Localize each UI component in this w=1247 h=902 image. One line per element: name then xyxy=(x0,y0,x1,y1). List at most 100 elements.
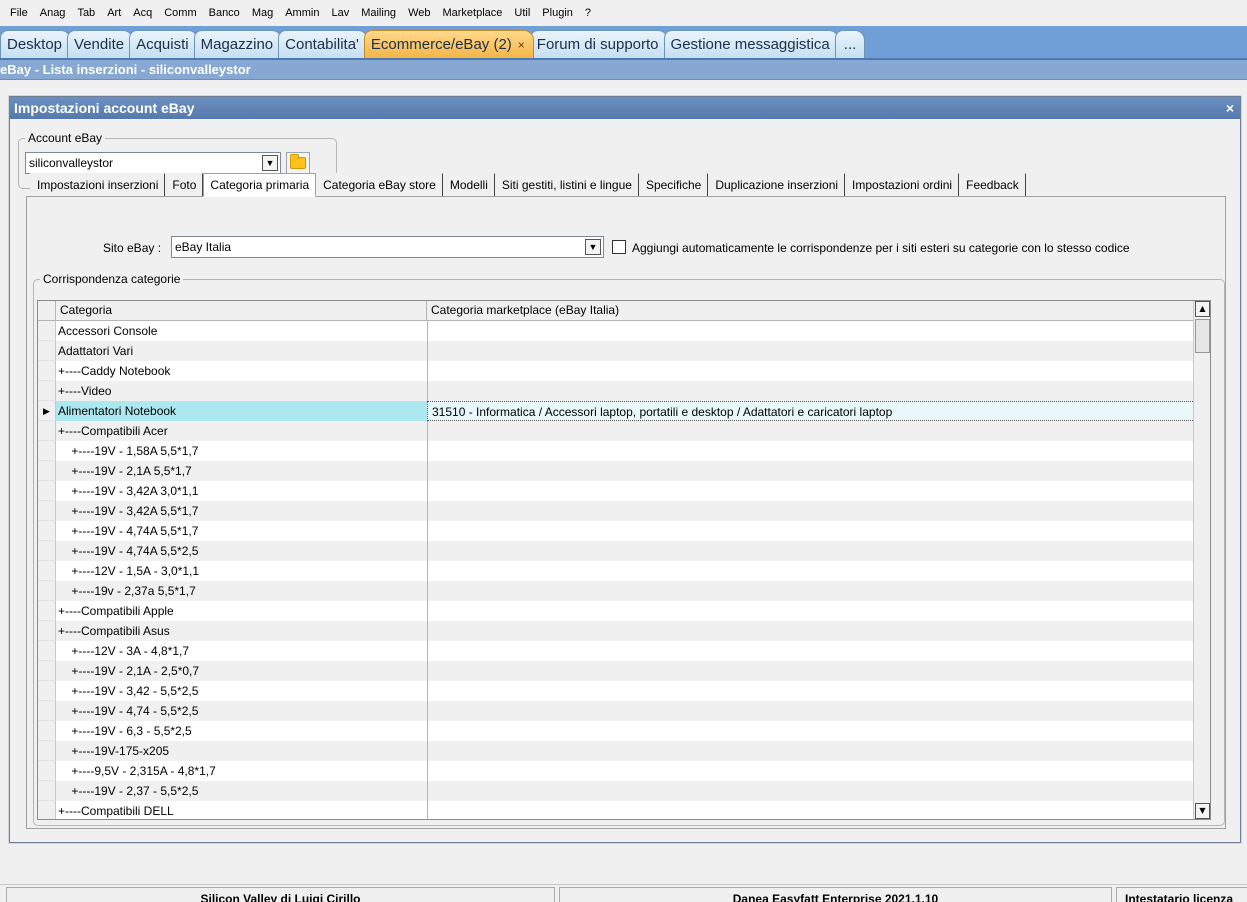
tab-feedback[interactable]: Feedback xyxy=(959,173,1026,197)
marketplace-category-cell[interactable] xyxy=(427,681,1195,701)
category-cell[interactable]: Alimentatori Notebook xyxy=(56,401,427,421)
row-indicator[interactable] xyxy=(38,681,56,701)
category-cell[interactable]: +----Caddy Notebook xyxy=(56,361,427,381)
category-cell[interactable]: +----Compatibili Apple xyxy=(56,601,427,621)
table-row[interactable]: +----19V - 6,3 - 5,5*2,5 xyxy=(38,721,1195,741)
menu-item-lav[interactable]: Lav xyxy=(325,7,355,19)
row-indicator[interactable] xyxy=(38,741,56,761)
row-indicator[interactable] xyxy=(38,441,56,461)
row-indicator[interactable] xyxy=(38,481,56,501)
marketplace-category-cell[interactable] xyxy=(427,721,1195,741)
tab-categoria-primaria[interactable]: Categoria primaria xyxy=(203,173,317,197)
scroll-down-icon[interactable]: ▼ xyxy=(1195,803,1210,819)
table-row[interactable]: ▶ Alimentatori Notebook 31510 - Informatic… xyxy=(38,401,1195,421)
category-cell[interactable]: +----19V-175-x205 xyxy=(56,741,427,761)
table-row[interactable]: +----9,5V - 2,315A - 4,8*1,7 xyxy=(38,761,1195,781)
tab-categoria-ebay-store[interactable]: Categoria eBay store xyxy=(316,173,443,197)
open-account-button[interactable] xyxy=(286,152,310,174)
menu-item-mag[interactable]: Mag xyxy=(246,7,279,19)
table-row[interactable]: +----Compatibili Apple xyxy=(38,601,1195,621)
menu-item-mailing[interactable]: Mailing xyxy=(355,7,402,19)
tab-forum-di-supporto[interactable]: Forum di supporto xyxy=(529,30,668,58)
table-row[interactable]: Accessori Console xyxy=(38,321,1195,341)
table-row[interactable]: +----19V - 3,42 - 5,5*2,5 xyxy=(38,681,1195,701)
chevron-down-icon[interactable]: ▼ xyxy=(262,155,278,171)
category-cell[interactable]: +----Compatibili Asus xyxy=(56,621,427,641)
table-row[interactable]: +----Video xyxy=(38,381,1195,401)
menu-item-anag[interactable]: Anag xyxy=(34,7,72,19)
marketplace-category-cell[interactable] xyxy=(427,601,1195,621)
row-indicator[interactable] xyxy=(38,541,56,561)
table-row[interactable]: +----Compatibili Acer xyxy=(38,421,1195,441)
row-indicator[interactable] xyxy=(38,801,56,819)
tab-desktop[interactable]: Desktop xyxy=(0,30,72,58)
tab-duplicazione-inserzioni[interactable]: Duplicazione inserzioni xyxy=(708,173,846,197)
marketplace-category-cell[interactable]: 31510 - Informatica / Accessori laptop, … xyxy=(427,401,1195,421)
category-cell[interactable]: +----19V - 3,42 - 5,5*2,5 xyxy=(56,681,427,701)
row-indicator[interactable] xyxy=(38,601,56,621)
auto-match-checkbox[interactable] xyxy=(612,240,626,254)
category-cell[interactable]: +----12V - 1,5A - 3,0*1,1 xyxy=(56,561,427,581)
account-select[interactable]: siliconvalleystor ▼ xyxy=(25,152,281,174)
menu-item-file[interactable]: File xyxy=(4,7,34,19)
scroll-up-icon[interactable]: ▲ xyxy=(1195,301,1210,317)
marketplace-category-cell[interactable] xyxy=(427,521,1195,541)
category-cell[interactable]: +----19V - 1,58A 5,5*1,7 xyxy=(56,441,427,461)
category-cell[interactable]: +----19v - 2,37a 5,5*1,7 xyxy=(56,581,427,601)
table-row[interactable]: +----19V - 3,42A 3,0*1,1 xyxy=(38,481,1195,501)
column-header-category[interactable]: Categoria xyxy=(56,301,427,321)
menu-item-acq[interactable]: Acq xyxy=(127,7,158,19)
category-cell[interactable]: +----19V - 2,37 - 5,5*2,5 xyxy=(56,781,427,801)
marketplace-category-cell[interactable] xyxy=(427,461,1195,481)
tab-ecommerce-ebay-2[interactable]: Ecommerce/eBay (2) × xyxy=(363,30,534,58)
tab-modelli[interactable]: Modelli xyxy=(442,173,495,197)
menu-item-art[interactable]: Art xyxy=(101,7,127,19)
table-row[interactable]: +----Compatibili DELL xyxy=(38,801,1195,819)
row-indicator[interactable] xyxy=(38,561,56,581)
table-row[interactable]: +----Caddy Notebook xyxy=(38,361,1195,381)
row-indicator[interactable] xyxy=(38,721,56,741)
marketplace-category-cell[interactable] xyxy=(427,661,1195,681)
tab-contabilita[interactable]: Contabilita' xyxy=(278,30,368,58)
category-cell[interactable]: Accessori Console xyxy=(56,321,427,341)
category-cell[interactable]: +----19V - 4,74A 5,5*2,5 xyxy=(56,541,427,561)
marketplace-category-cell[interactable] xyxy=(427,641,1195,661)
row-indicator[interactable] xyxy=(38,341,56,361)
marketplace-category-cell[interactable] xyxy=(427,321,1195,341)
column-header-marketplace[interactable]: Categoria marketplace (eBay Italia) xyxy=(427,301,1195,321)
marketplace-category-cell[interactable] xyxy=(427,341,1195,361)
category-cell[interactable]: +----12V - 3A - 4,8*1,7 xyxy=(56,641,427,661)
menu-item-ammin[interactable]: Ammin xyxy=(279,7,325,19)
row-indicator[interactable] xyxy=(38,701,56,721)
table-row[interactable]: +----19V - 1,58A 5,5*1,7 xyxy=(38,441,1195,461)
table-row[interactable]: +----19v - 2,37a 5,5*1,7 xyxy=(38,581,1195,601)
menu-item-banco[interactable]: Banco xyxy=(203,7,246,19)
row-indicator-icon[interactable]: ▶ xyxy=(38,401,56,421)
marketplace-category-cell[interactable] xyxy=(427,421,1195,441)
scroll-thumb[interactable] xyxy=(1195,319,1210,353)
menu-item-plugin[interactable]: Plugin xyxy=(536,7,579,19)
vertical-scrollbar[interactable]: ▲ ▼ xyxy=(1193,301,1210,819)
marketplace-category-cell[interactable] xyxy=(427,741,1195,761)
table-row[interactable]: +----19V - 4,74 - 5,5*2,5 xyxy=(38,701,1195,721)
marketplace-category-cell[interactable] xyxy=(427,701,1195,721)
row-indicator[interactable] xyxy=(38,321,56,341)
category-cell[interactable]: +----Compatibili DELL xyxy=(56,801,427,819)
marketplace-category-cell[interactable] xyxy=(427,781,1195,801)
category-cell[interactable]: +----19V - 3,42A 3,0*1,1 xyxy=(56,481,427,501)
tab-specifiche[interactable]: Specifiche xyxy=(638,173,709,197)
menu-item-web[interactable]: Web xyxy=(402,7,436,19)
table-row[interactable]: +----19V-175-x205 xyxy=(38,741,1195,761)
category-cell[interactable]: +----19V - 2,1A 5,5*1,7 xyxy=(56,461,427,481)
menu-item-util[interactable]: Util xyxy=(508,7,536,19)
row-indicator[interactable] xyxy=(38,421,56,441)
menu-item-marketplace[interactable]: Marketplace xyxy=(436,7,508,19)
tab-magazzino[interactable]: Magazzino xyxy=(193,30,283,58)
category-cell[interactable]: +----19V - 4,74 - 5,5*2,5 xyxy=(56,701,427,721)
row-indicator[interactable] xyxy=(38,661,56,681)
tab-impostazioni-ordini[interactable]: Impostazioni ordini xyxy=(845,173,960,197)
category-cell[interactable]: +----Video xyxy=(56,381,427,401)
row-indicator[interactable] xyxy=(38,501,56,521)
tab-gestione-messaggistica[interactable]: Gestione messaggistica xyxy=(663,30,839,58)
marketplace-category-cell[interactable] xyxy=(427,361,1195,381)
